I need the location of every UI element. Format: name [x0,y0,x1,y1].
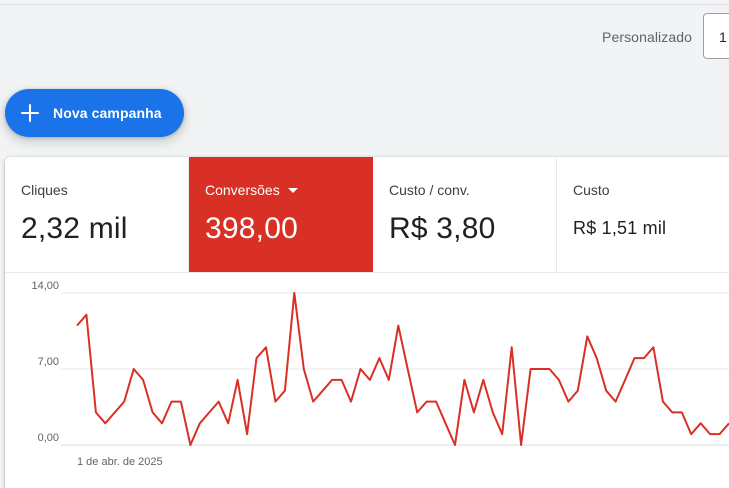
metric-label: Custo [573,182,610,198]
metric-tabs: Cliques 2,32 mil Conversões 398,00 Custo… [5,157,729,273]
metric-tab-cost-per-conversion[interactable]: Custo / conv. R$ 3,80 [373,157,557,272]
metric-tab-cost[interactable]: Custo R$ 1,51 mil [557,157,729,272]
dropdown-caret-icon[interactable] [287,187,298,193]
new-campaign-button[interactable]: Nova campanha [5,89,184,137]
metric-tab-clicks[interactable]: Cliques 2,32 mil [5,157,189,272]
conversions-line-chart: 14,00 7,00 0,00 1 de abr. de 2025 [5,273,729,488]
new-campaign-label: Nova campanha [53,105,162,121]
metric-value: 2,32 mil [21,212,128,245]
y-tick-label: 7,00 [38,356,59,368]
metric-label: Custo / conv. [389,182,470,198]
date-range-label: Personalizado [602,29,693,45]
ads-overview-page: Personalizado 1 Nova campanha Cliques 2,… [0,0,729,488]
y-tick-label: 0,00 [38,432,59,444]
metric-value: 398,00 [205,212,298,245]
y-tick-label: 14,00 [31,280,59,292]
date-range-select[interactable]: 1 [703,13,729,59]
performance-card: Cliques 2,32 mil Conversões 398,00 Custo… [5,157,729,488]
plus-icon [21,104,39,122]
top-divider [0,4,729,5]
chart-svg: 14,00 7,00 0,00 1 de abr. de 2025 [31,280,729,468]
metric-label-row: Conversões [205,182,373,198]
x-tick-label: 1 de abr. de 2025 [77,456,163,468]
metric-label: Cliques [21,182,68,198]
metric-value: R$ 3,80 [389,212,496,245]
metric-tab-conversions[interactable]: Conversões 398,00 [189,157,373,272]
metric-label: Conversões [205,182,280,198]
metric-value: R$ 1,51 mil [573,218,667,238]
